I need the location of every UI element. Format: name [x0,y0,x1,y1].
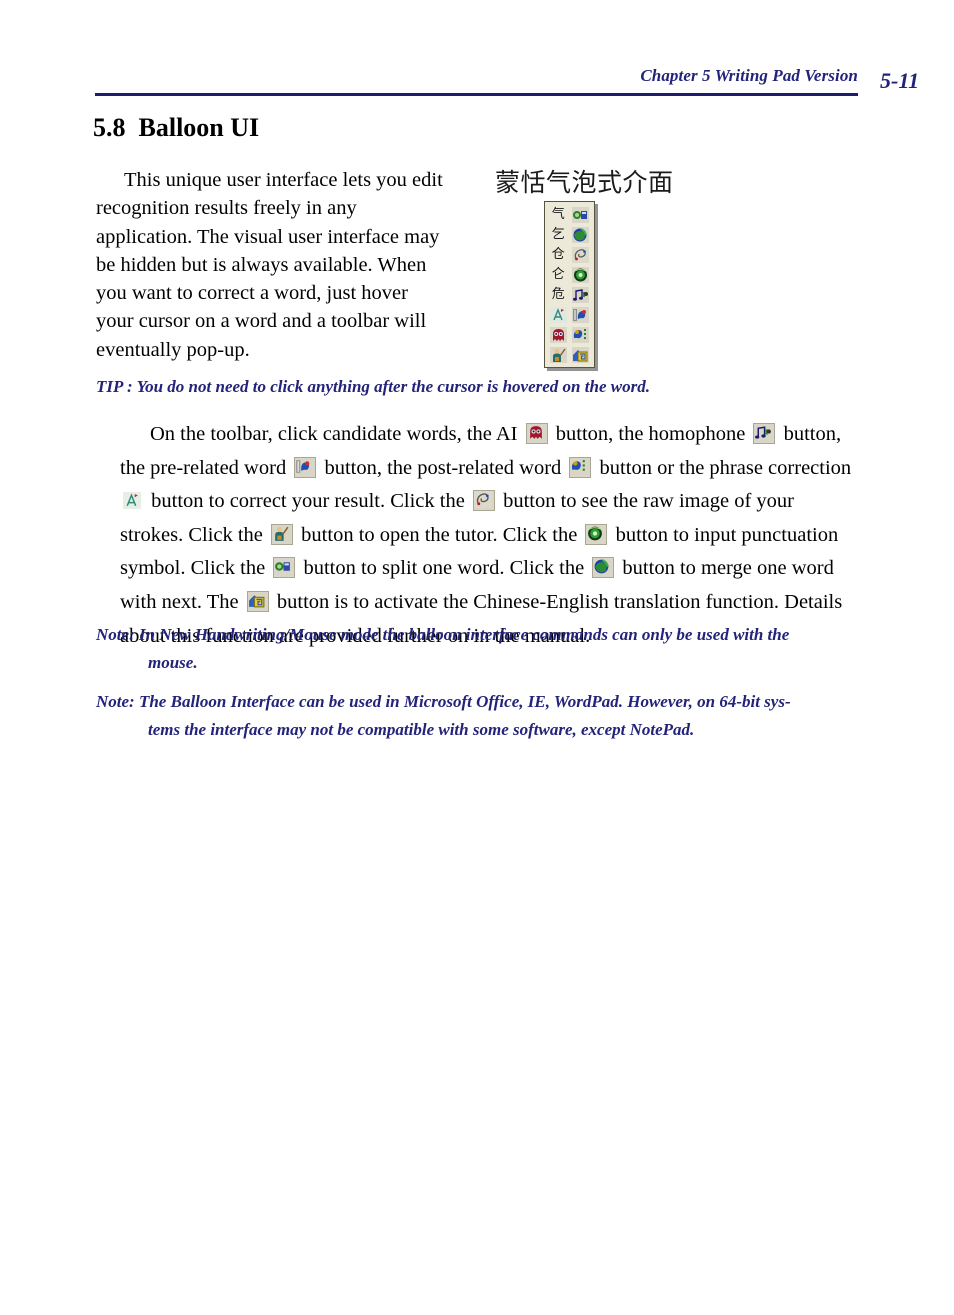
homophone-icon[interactable] [571,286,590,304]
body-text-seg1: On the toolbar, click candidate words, t… [150,423,523,445]
note-compatibility: Note: The Balloon Interface can be used … [96,688,856,744]
note-label: Note: [96,692,139,711]
body-text-seg4: button, the post-related word [319,456,567,479]
candidate-char-lun[interactable]: 仑 [549,266,568,284]
tutor-icon[interactable] [271,523,294,545]
figure-caption: 蒙恬气泡式介面 [495,168,674,197]
note-line-2: tems the interface may not be compatible… [148,720,695,739]
note-line-1: In New Handwriting/Mouse mode the balloo… [138,625,790,644]
translation-icon[interactable] [246,590,269,612]
candidate-char-qi2[interactable]: 乞 [549,226,568,244]
body-paragraph: On the toolbar, click candidate words, t… [120,418,855,653]
translation-icon[interactable] [571,346,590,364]
document-page: Chapter 5 Writing Pad Version 5-11 5.8 Ba… [0,0,954,1315]
merge-word-icon[interactable] [571,226,590,244]
punctuation-icon[interactable] [585,523,608,545]
page-number: 5-11 [880,68,920,93]
pre-related-word-icon[interactable] [294,456,317,478]
punctuation-icon[interactable] [571,266,590,284]
header-chapter-title: Chapter 5 Writing Pad Version [640,66,858,85]
toolbar-row: 气 [547,205,592,224]
section-heading: 5.8 Balloon UI [93,113,259,143]
intro-paragraph: This unique user interface lets you edit… [96,169,443,361]
section-number: 5.8 [93,113,126,142]
balloon-toolbar-figure: 蒙恬气泡式介面 气 乞 仓 仑 危 [492,168,702,368]
ai-icon[interactable] [549,326,568,344]
toolbar-row [547,345,592,364]
phrase-correction-icon[interactable] [549,306,568,324]
body-text-seg5: button or the phrase correction [594,456,852,479]
note-line-1: The Balloon Interface can be used in Mic… [138,692,791,711]
note-line-2: mouse. [148,653,198,672]
balloon-toolbar: 气 乞 仓 仑 危 [544,201,595,368]
page-header: Chapter 5 Writing Pad Version [95,66,858,96]
toolbar-row: 危 [547,285,592,304]
ai-icon[interactable] [525,423,548,444]
body-text-seg8: button to open the tutor. Click the [296,523,583,546]
post-related-word-icon[interactable] [571,326,590,344]
pre-related-word-icon[interactable] [571,206,590,224]
split-word-icon[interactable] [571,306,590,324]
candidate-char-cang[interactable]: 仓 [549,246,568,264]
note-handwriting-mouse-mode: Note: In New Handwriting/Mouse mode the … [96,621,856,677]
split-word-icon[interactable] [273,557,296,579]
homophone-icon[interactable] [753,423,776,444]
tip-note: TIP : You do not need to click anything … [96,377,650,396]
toolbar-row: 仑 [547,265,592,284]
header-rule [95,93,858,96]
note-label: Note: [96,625,139,644]
body-text-seg2: button, the homophone [550,423,751,445]
toolbar-row [547,325,592,344]
raw-image-icon[interactable] [472,490,495,512]
candidate-char-qi[interactable]: 气 [549,206,568,224]
merge-word-icon[interactable] [592,557,615,579]
phrase-correction-icon[interactable] [123,492,143,511]
body-text-seg10: button to split one word. Click the [298,557,590,580]
tutor-icon[interactable] [549,346,568,364]
candidate-char-wei[interactable]: 危 [549,286,568,304]
toolbar-row: 仓 [547,245,592,264]
toolbar-row [547,305,592,324]
post-related-word-icon[interactable] [569,456,592,478]
toolbar-row: 乞 [547,225,592,244]
body-text-seg6: button to correct your result. Click the [146,490,470,513]
raw-image-icon[interactable] [571,246,590,264]
section-title: Balloon UI [138,113,260,142]
